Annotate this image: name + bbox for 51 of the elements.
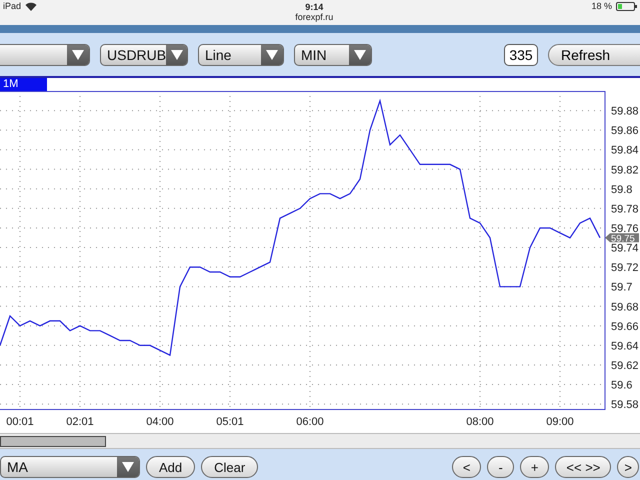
x-axis-label: 02:01: [66, 416, 94, 428]
caret-down-icon: [122, 462, 134, 472]
x-axis-label: 05:01: [216, 416, 244, 428]
period-tab[interactable]: 1M: [0, 78, 47, 91]
x-axis-label: 06:00: [296, 416, 324, 428]
indicator-dropdown[interactable]: MA: [0, 456, 140, 478]
y-axis-label: 59.8: [611, 184, 632, 196]
y-axis-label: 59.82: [611, 164, 639, 176]
url-label[interactable]: forexpf.ru: [295, 12, 334, 22]
y-axis-label: 59.74: [611, 242, 639, 255]
clock-time: 9:14: [305, 2, 324, 12]
refresh-button[interactable]: Refresh: [548, 44, 640, 66]
x-axis-label: 08:00: [466, 416, 494, 428]
x-axis-label: 04:00: [146, 416, 174, 428]
count-field[interactable]: 335: [504, 44, 538, 66]
nav-button[interactable]: << >>: [555, 456, 612, 478]
action-button[interactable]: Add: [146, 456, 196, 478]
y-axis-label: 59.64: [611, 340, 639, 352]
y-axis-label: 59.6: [611, 380, 632, 392]
y-axis-label: 59.66: [611, 320, 639, 333]
x-axis-label: 00:01: [6, 416, 34, 428]
y-axis-label: 59.7: [611, 282, 632, 294]
battery-percent: 18 %: [591, 1, 612, 11]
x-axis-label: 09:00: [546, 416, 574, 428]
wifi-icon: [25, 2, 38, 10]
select-dropdown[interactable]: Line: [198, 44, 284, 66]
nav-button[interactable]: >: [617, 456, 639, 478]
nav-button[interactable]: <: [452, 456, 482, 478]
caret-down-icon: [266, 50, 278, 60]
y-axis-label: 59.76: [611, 222, 639, 235]
y-axis-label: 59.72: [611, 262, 639, 274]
device-name: iPad: [3, 1, 22, 11]
horizontal-scrollbar[interactable]: [0, 433, 640, 449]
select-dropdown[interactable]: [0, 44, 90, 66]
caret-down-icon: [72, 50, 84, 60]
y-axis-label: 59.58: [611, 399, 639, 412]
caret-down-icon: [354, 50, 366, 60]
y-axis-label: 59.62: [611, 360, 639, 372]
y-axis-label: 59.68: [611, 301, 639, 314]
y-axis-label: 59.86: [611, 125, 639, 138]
y-axis-label: 59.84: [611, 144, 639, 157]
select-dropdown[interactable]: MIN: [294, 44, 372, 66]
nav-button[interactable]: -: [487, 456, 514, 478]
battery-icon: [616, 2, 638, 10]
y-axis-label: 59.88: [611, 106, 639, 118]
caret-down-icon: [170, 50, 183, 60]
nav-button[interactable]: +: [520, 456, 550, 478]
select-dropdown[interactable]: USDRUB: [100, 44, 188, 66]
y-axis-label: 59.78: [611, 203, 639, 216]
price-marker: 59.75: [605, 233, 639, 244]
action-button[interactable]: Clear: [201, 456, 258, 478]
